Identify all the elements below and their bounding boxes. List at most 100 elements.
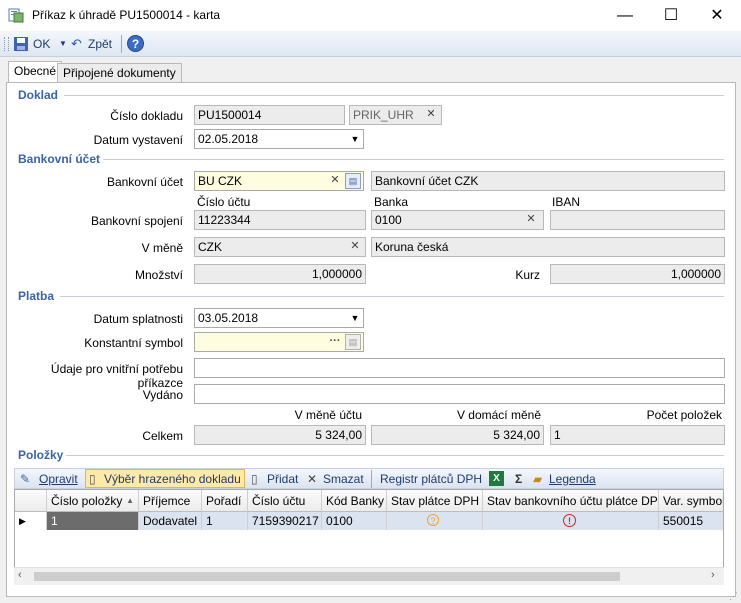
section-polozky-title: Položky <box>18 448 64 462</box>
title-bar: Příkaz k úhradě PU1500014 - karta — ☐ ✕ <box>0 0 741 31</box>
column-header-label: Číslo položky <box>51 494 123 508</box>
celkem-mena-uctu-field[interactable]: 5 324,00 <box>194 425 366 445</box>
column-header[interactable]: Pořadí <box>202 490 248 512</box>
error-status-icon: ! <box>563 514 576 527</box>
ellipsis-icon[interactable]: ··· <box>327 334 343 350</box>
kurz-label: Kurz <box>515 268 540 282</box>
chevron-right-icon[interactable]: › <box>711 569 715 581</box>
cislo-uctu-field[interactable]: 11223344 <box>194 210 366 230</box>
cislo-uctu-header: Číslo účtu <box>197 195 251 209</box>
section-bankovni-ucet-title: Bankovní účet <box>18 152 101 166</box>
toolbar-separator <box>121 35 122 53</box>
sum-button[interactable]: Σ <box>515 471 522 487</box>
window-title: Příkaz k úhradě PU1500014 - karta <box>32 8 221 22</box>
table-cell[interactable]: 1 <box>47 512 139 530</box>
celkem-domaci-field[interactable]: 5 324,00 <box>371 425 544 445</box>
registr-platcu-button[interactable]: Registr plátců DPH <box>380 471 482 487</box>
table-cell[interactable]: Dodavatel <box>139 512 202 530</box>
section-divider <box>103 159 724 160</box>
toolbar-separator <box>371 470 372 488</box>
datum-vystaveni-label: Datum vystavení <box>93 133 183 147</box>
clear-icon[interactable]: ✕ <box>347 239 363 255</box>
datum-splatnosti-field[interactable]: 03.05.2018 ▼ <box>194 308 364 328</box>
clear-icon[interactable]: ✕ <box>423 107 439 123</box>
mena-field[interactable]: CZK ✕ <box>194 237 366 257</box>
tab-pripojene-dokumenty[interactable]: Připojené dokumenty <box>57 63 182 83</box>
celkem-label: Celkem <box>142 429 183 443</box>
datum-splatnosti-label: Datum splatnosti <box>93 312 183 326</box>
scrollbar-thumb[interactable] <box>34 572 620 581</box>
cislo-dokladu-field[interactable]: PU1500014 <box>194 105 345 125</box>
konstantni-symbol-field[interactable]: ··· ▤ <box>194 332 364 352</box>
mnozstvi-field[interactable]: 1,000000 <box>194 264 366 284</box>
opravit-label: Opravit <box>39 472 78 486</box>
cislo-dokladu-label: Číslo dokladu <box>110 109 183 123</box>
row-indicator-icon[interactable]: ▶ <box>15 512 47 530</box>
save-icon <box>14 37 28 51</box>
table-cell[interactable]: 0100 <box>322 512 387 530</box>
bankovni-ucet-label: Bankovní účet <box>106 175 183 189</box>
help-button[interactable]: ? <box>127 35 144 52</box>
section-platba-title: Platba <box>18 289 55 303</box>
iban-field[interactable] <box>550 210 725 230</box>
mena-name: Koruna česká <box>371 237 725 257</box>
iban-header: IBAN <box>552 195 581 209</box>
list-icon[interactable]: ▤ <box>345 334 361 350</box>
clear-icon[interactable]: ✕ <box>327 173 343 189</box>
clear-icon[interactable]: ✕ <box>523 212 539 228</box>
items-toolbar: ✎ Opravit ▯ Výběr hrazeného dokladu ▯ Př… <box>14 468 724 489</box>
undo-icon: ↶ <box>71 36 82 51</box>
toolbar-grip <box>4 37 9 51</box>
v-domaci-mene-header: V domácí měně <box>456 408 541 422</box>
sort-ascending-icon: ▲ <box>126 496 134 505</box>
minimize-button[interactable]: — <box>602 0 648 31</box>
section-doklad-title: Doklad <box>18 88 59 102</box>
chevron-down-icon[interactable]: ▼ <box>348 309 362 327</box>
pocet-polozek-header: Počet položek <box>646 408 722 422</box>
list-icon[interactable]: ▤ <box>345 173 361 189</box>
datum-vystaveni-field[interactable]: 02.05.2018 ▼ <box>194 129 364 149</box>
section-divider <box>64 95 724 96</box>
bankovni-ucet-field[interactable]: BU CZK ✕ ▤ <box>194 171 364 191</box>
column-header[interactable]: Kód Banky <box>322 490 387 512</box>
rada-dokladu-field[interactable]: PRIK_UHR ✕ <box>349 105 442 125</box>
tab-obecne[interactable]: Obecné <box>8 61 63 83</box>
table-cell[interactable]: 550015 <box>659 512 723 530</box>
column-header[interactable]: Číslo účtu <box>248 490 322 512</box>
column-header[interactable]: Stav bankovního účtu plátce DPH <box>483 490 659 512</box>
vyber-button[interactable]: ▯ Výběr hrazeného dokladu <box>85 469 245 488</box>
mena-value: CZK <box>198 240 222 254</box>
banka-field[interactable]: 0100 ✕ <box>371 210 544 230</box>
close-button[interactable]: ✕ <box>694 0 740 31</box>
table-cell[interactable]: ! <box>483 512 659 530</box>
ok-dropdown-icon[interactable]: ▼ <box>59 35 67 53</box>
maximize-button[interactable]: ☐ <box>648 0 694 31</box>
table-cell[interactable]: ? <box>387 512 483 530</box>
vydano-label: Vydáno <box>142 388 183 402</box>
banka-value: 0100 <box>375 213 402 227</box>
column-header[interactable]: Číslo položky ▲ <box>47 490 139 512</box>
column-header[interactable]: Stav plátce DPH <box>387 490 483 512</box>
resize-grip-icon[interactable]: ⋰ <box>729 591 739 601</box>
pocet-polozek-field[interactable]: 1 <box>550 425 725 445</box>
column-header[interactable]: Var. symbol <box>659 490 723 512</box>
bankovni-spojeni-label: Bankovní spojení <box>90 214 183 228</box>
mnozstvi-label: Množství <box>134 268 183 282</box>
v-mene-label: V měně <box>141 241 183 255</box>
vydano-field[interactable] <box>194 384 725 404</box>
chevron-down-icon[interactable]: ▼ <box>348 130 362 148</box>
back-label: Zpět <box>88 37 113 51</box>
delete-icon: ✕ <box>307 472 318 486</box>
table-cell[interactable]: 1 <box>202 512 248 530</box>
excel-icon[interactable]: X <box>489 471 504 486</box>
column-header[interactable]: Příjemce <box>139 490 202 512</box>
section-divider <box>60 296 724 297</box>
pridat-label: Přidat <box>267 472 299 486</box>
udaje-field[interactable] <box>194 358 725 378</box>
chevron-left-icon[interactable]: ‹ <box>18 569 22 581</box>
kurz-field[interactable]: 1,000000 <box>550 264 725 284</box>
table-cell[interactable]: 7159390217 <box>248 512 322 530</box>
horizontal-scrollbar[interactable]: ‹ › <box>14 567 724 585</box>
udaje-label: Údaje pro vnitřní potřebu příkazce <box>50 362 183 390</box>
section-divider <box>66 455 724 456</box>
